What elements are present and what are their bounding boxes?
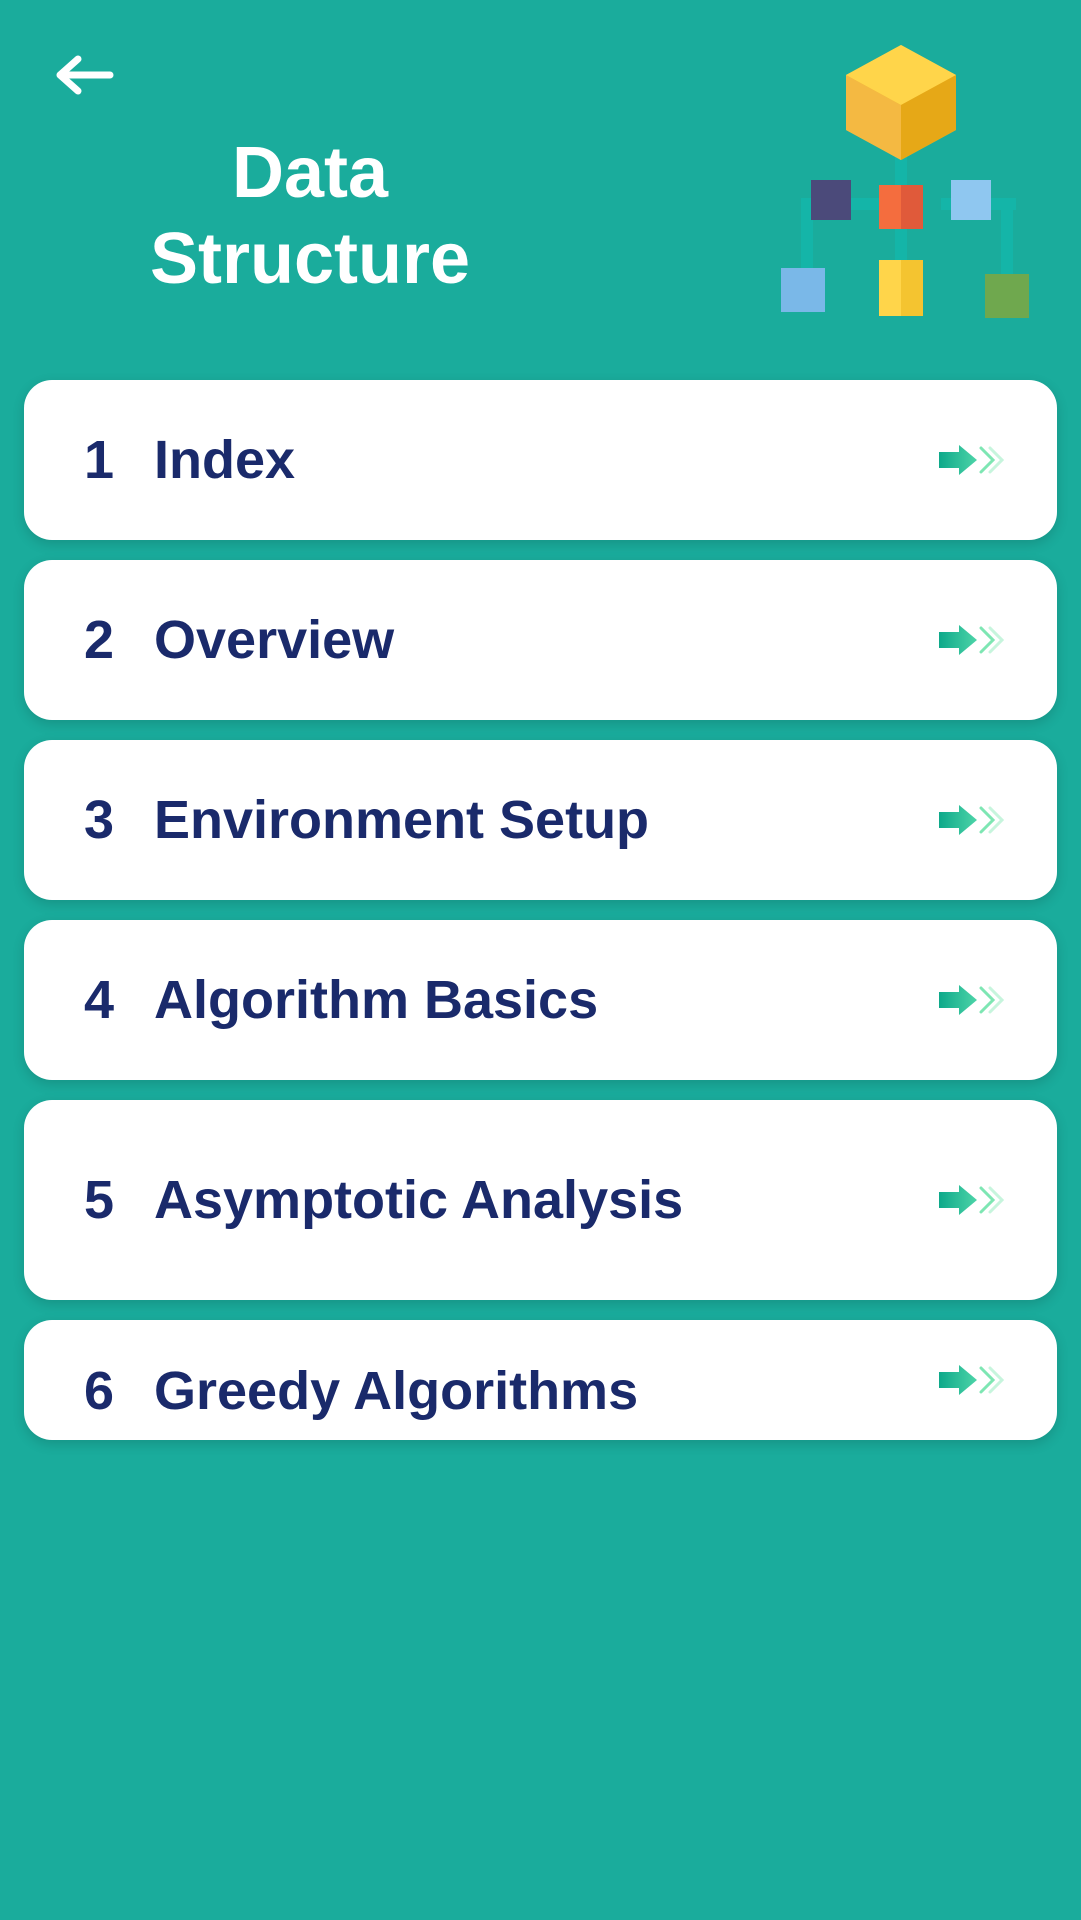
topic-number: 1 xyxy=(84,429,154,491)
topic-title: Algorithm Basics xyxy=(154,969,937,1031)
topic-card[interactable]: 6Greedy Algorithms xyxy=(24,1320,1057,1440)
topic-card[interactable]: 2Overview xyxy=(24,560,1057,720)
topic-title: Asymptotic Analysis xyxy=(154,1169,937,1231)
topic-card[interactable]: 1Index xyxy=(24,380,1057,540)
topic-card[interactable]: 3Environment Setup xyxy=(24,740,1057,900)
topic-card[interactable]: 5Asymptotic Analysis xyxy=(24,1100,1057,1300)
back-button[interactable] xyxy=(40,50,120,100)
topic-number: 4 xyxy=(84,969,154,1031)
forward-arrow-icon xyxy=(937,1180,1007,1220)
topic-title: Environment Setup xyxy=(154,789,937,851)
topic-number: 3 xyxy=(84,789,154,851)
topic-title: Overview xyxy=(154,609,937,671)
back-arrow-icon xyxy=(40,55,120,95)
data-structure-illustration-icon xyxy=(751,30,1051,330)
forward-arrow-icon xyxy=(937,620,1007,660)
topic-card[interactable]: 4Algorithm Basics xyxy=(24,920,1057,1080)
forward-arrow-icon xyxy=(937,980,1007,1020)
forward-arrow-icon xyxy=(937,1360,1007,1400)
page-title: Data Structure xyxy=(120,130,500,303)
topic-number: 5 xyxy=(84,1169,154,1231)
topic-title: Index xyxy=(154,429,937,491)
topic-number: 2 xyxy=(84,609,154,671)
header: Data Structure xyxy=(0,0,1081,380)
forward-arrow-icon xyxy=(937,800,1007,840)
forward-arrow-icon xyxy=(937,440,1007,480)
topic-list: 1Index 2Overview 3Environment Setup 4Alg… xyxy=(0,380,1081,1440)
topic-number: 6 xyxy=(84,1360,154,1422)
topic-title: Greedy Algorithms xyxy=(154,1360,937,1422)
